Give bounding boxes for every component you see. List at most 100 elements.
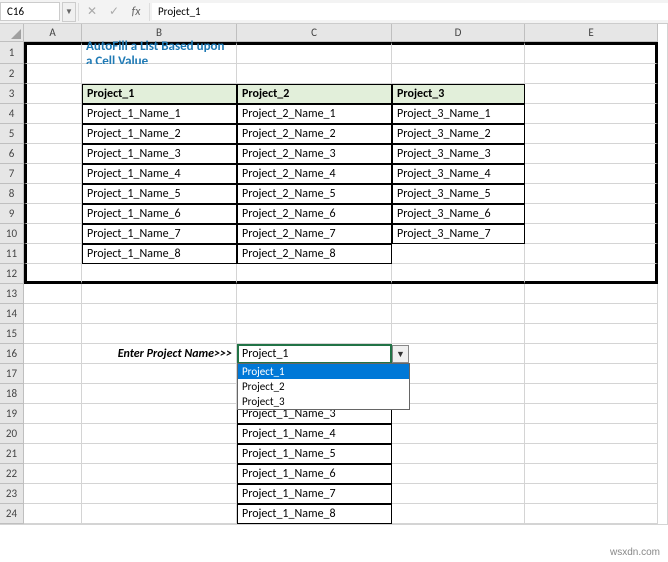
cell[interactable] — [24, 284, 82, 304]
cell[interactable] — [82, 264, 237, 284]
cell[interactable] — [392, 344, 525, 364]
table-cell[interactable] — [392, 244, 525, 264]
cell[interactable] — [525, 284, 658, 304]
table-cell[interactable]: Project_1_Name_3 — [82, 144, 237, 164]
col-header[interactable]: C — [237, 24, 392, 42]
cell[interactable] — [82, 404, 237, 424]
cell[interactable] — [24, 424, 82, 444]
cell[interactable] — [82, 484, 237, 504]
cell[interactable] — [24, 464, 82, 484]
cell[interactable] — [24, 384, 82, 404]
cell[interactable] — [525, 304, 658, 324]
cell[interactable] — [82, 444, 237, 464]
table-cell[interactable]: Project_1_Name_2 — [82, 124, 237, 144]
cell[interactable]: AutoFill a List Based upon a Cell Value — [82, 42, 237, 64]
cell[interactable] — [24, 304, 82, 324]
dropdown-option[interactable]: Project_3 — [238, 394, 409, 409]
cell[interactable] — [24, 164, 82, 184]
cell[interactable] — [24, 42, 82, 64]
name-box-dropdown-icon[interactable]: ▼ — [62, 2, 76, 22]
cell[interactable] — [525, 204, 658, 224]
row-header[interactable]: 10 — [0, 224, 24, 244]
cell[interactable] — [525, 104, 658, 124]
cell[interactable] — [392, 424, 525, 444]
cell[interactable] — [82, 424, 237, 444]
row-header[interactable]: 14 — [0, 304, 24, 324]
autofill-cell[interactable]: Project_1_Name_4 — [237, 424, 392, 444]
cell[interactable] — [24, 144, 82, 164]
table-cell[interactable]: Project_1_Name_8 — [82, 244, 237, 264]
autofill-cell[interactable]: Project_1_Name_6 — [237, 464, 392, 484]
cell[interactable] — [525, 384, 658, 404]
dropdown-list[interactable]: Project_1 Project_2 Project_3 — [237, 363, 410, 410]
cell[interactable] — [525, 404, 658, 424]
row-header[interactable]: 22 — [0, 464, 24, 484]
cell[interactable] — [82, 324, 237, 344]
cell[interactable] — [24, 404, 82, 424]
cell[interactable] — [82, 304, 237, 324]
cell[interactable] — [525, 264, 658, 284]
autofill-cell[interactable]: Project_1_Name_8 — [237, 504, 392, 524]
cell[interactable] — [24, 444, 82, 464]
row-header[interactable]: 12 — [0, 264, 24, 284]
table-header[interactable]: Project_3 — [392, 84, 525, 104]
cell[interactable] — [392, 444, 525, 464]
row-header[interactable]: 21 — [0, 444, 24, 464]
cell[interactable] — [525, 184, 658, 204]
row-header[interactable]: 4 — [0, 104, 24, 124]
cell[interactable] — [82, 384, 237, 404]
cell[interactable] — [24, 104, 82, 124]
cell[interactable] — [82, 64, 237, 84]
cell[interactable] — [392, 404, 525, 424]
table-cell[interactable]: Project_2_Name_5 — [237, 184, 392, 204]
row-header[interactable]: 18 — [0, 384, 24, 404]
table-cell[interactable]: Project_1_Name_5 — [82, 184, 237, 204]
table-header[interactable]: Project_2 — [237, 84, 392, 104]
table-cell[interactable]: Project_3_Name_3 — [392, 144, 525, 164]
autofill-cell[interactable]: Project_1_Name_5 — [237, 444, 392, 464]
cell[interactable] — [24, 504, 82, 524]
table-cell[interactable]: Project_1_Name_1 — [82, 104, 237, 124]
row-header[interactable]: 23 — [0, 484, 24, 504]
cell[interactable] — [392, 384, 525, 404]
cell[interactable] — [392, 64, 525, 84]
row-header[interactable]: 16 — [0, 344, 24, 364]
autofill-cell[interactable]: Project_1_Name_7 — [237, 484, 392, 504]
cell[interactable] — [525, 224, 658, 244]
cancel-icon[interactable]: ✕ — [81, 4, 103, 19]
dropdown-option[interactable]: Project_1 — [238, 364, 409, 379]
table-cell[interactable]: Project_2_Name_7 — [237, 224, 392, 244]
cell[interactable] — [237, 64, 392, 84]
col-header[interactable]: A — [24, 24, 82, 42]
cell[interactable] — [525, 444, 658, 464]
cell[interactable] — [24, 484, 82, 504]
table-cell[interactable]: Project_3_Name_6 — [392, 204, 525, 224]
cell[interactable] — [525, 42, 658, 64]
table-cell[interactable]: Project_3_Name_4 — [392, 164, 525, 184]
cell[interactable] — [525, 324, 658, 344]
cell[interactable] — [392, 324, 525, 344]
table-cell[interactable]: Project_2_Name_1 — [237, 104, 392, 124]
table-cell[interactable]: Project_1_Name_6 — [82, 204, 237, 224]
cell[interactable] — [24, 184, 82, 204]
row-header[interactable]: 20 — [0, 424, 24, 444]
cell[interactable] — [392, 504, 525, 524]
row-header[interactable]: 11 — [0, 244, 24, 264]
row-header[interactable]: 9 — [0, 204, 24, 224]
cell[interactable] — [24, 204, 82, 224]
row-header[interactable]: 19 — [0, 404, 24, 424]
cell[interactable] — [237, 42, 392, 64]
fx-icon[interactable]: fx — [125, 5, 147, 19]
cell[interactable] — [392, 304, 525, 324]
cell[interactable] — [24, 344, 82, 364]
table-cell[interactable]: Project_2_Name_3 — [237, 144, 392, 164]
table-cell[interactable]: Project_1_Name_7 — [82, 224, 237, 244]
cell[interactable] — [525, 124, 658, 144]
row-header[interactable]: 1 — [0, 42, 24, 64]
row-header[interactable]: 3 — [0, 84, 24, 104]
row-header[interactable]: 2 — [0, 64, 24, 84]
dropdown-arrow-icon[interactable]: ▼ — [392, 345, 409, 363]
cell[interactable] — [24, 84, 82, 104]
col-header[interactable]: D — [392, 24, 525, 42]
cell[interactable] — [525, 64, 658, 84]
